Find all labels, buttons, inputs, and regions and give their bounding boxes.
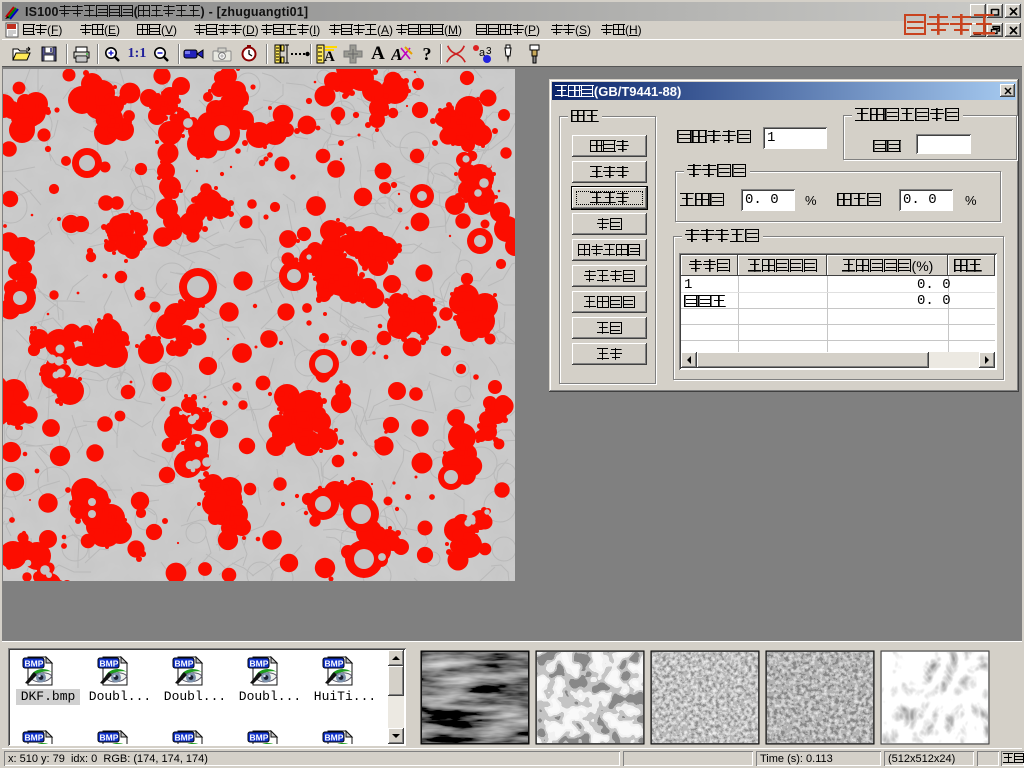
svg-text:A: A bbox=[324, 49, 335, 64]
svg-text:A: A bbox=[391, 45, 402, 63]
svg-text:3: 3 bbox=[486, 46, 492, 57]
